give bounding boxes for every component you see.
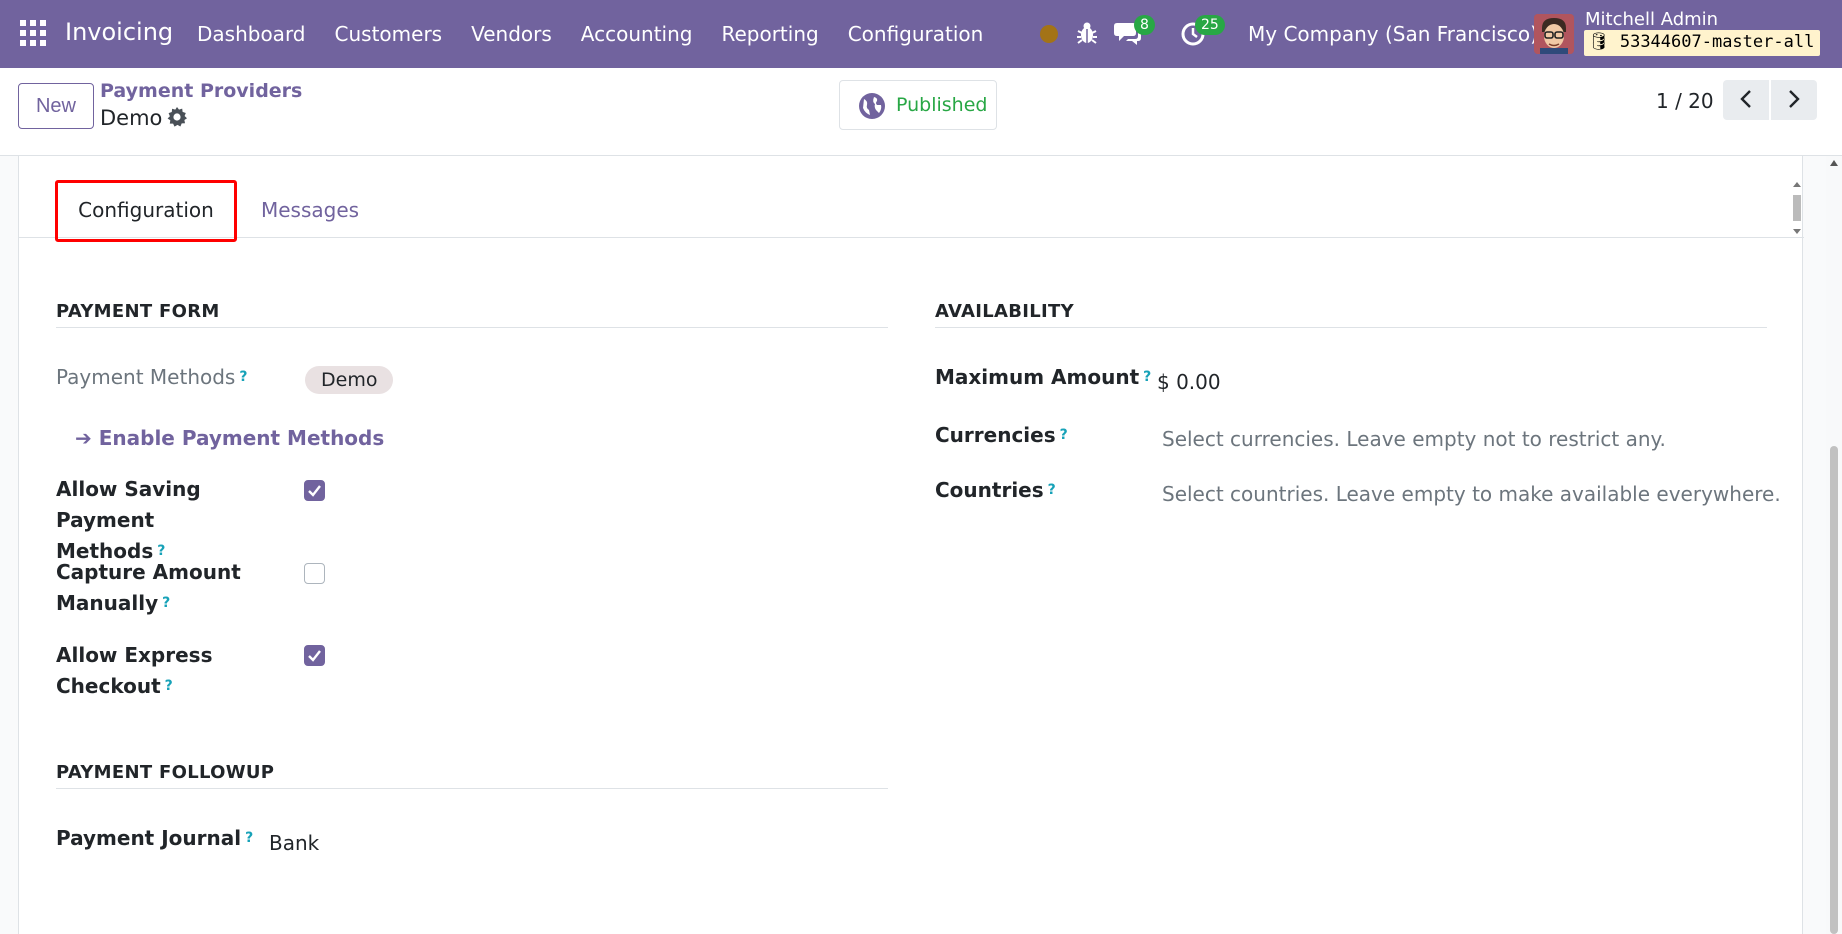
allow-express-label: Allow Express Checkout?: [56, 640, 286, 702]
payment-followup-divider: [56, 788, 888, 789]
payment-methods-label-text: Payment Methods: [56, 365, 236, 389]
page-scrollbar-thumb[interactable]: [1830, 446, 1838, 934]
availability-title: AVAILABILITY: [935, 301, 1074, 322]
published-button[interactable]: Published: [839, 80, 997, 130]
new-button[interactable]: New: [18, 83, 94, 129]
currencies-label: Currencies?: [935, 420, 1068, 451]
enable-payment-methods-button[interactable]: ➔ Enable Payment Methods: [75, 426, 384, 450]
pager-value[interactable]: 1 / 20: [1656, 89, 1714, 113]
payment-form-title: PAYMENT FORM: [56, 301, 220, 322]
pager-previous-button[interactable]: [1723, 80, 1769, 120]
help-icon[interactable]: ?: [1060, 427, 1068, 443]
user-name[interactable]: Mitchell Admin: [1585, 9, 1718, 30]
countries-label: Countries?: [935, 475, 1056, 506]
arrow-right-icon: ➔: [75, 426, 92, 450]
menu-customers[interactable]: Customers: [335, 22, 443, 46]
payment-form-divider: [56, 327, 888, 328]
capture-manually-checkbox[interactable]: [304, 563, 325, 584]
maximum-amount-label: Maximum Amount?: [935, 362, 1151, 393]
payment-journal-label-text: Payment Journal: [56, 826, 242, 850]
app-name[interactable]: Invoicing: [65, 18, 173, 46]
main-menu: Dashboard Customers Vendors Accounting R…: [197, 22, 1012, 46]
tab-messages[interactable]: Messages: [261, 198, 359, 222]
activity-count-badge: 25: [1195, 15, 1225, 35]
allow-express-label-line2: Checkout: [56, 674, 161, 698]
help-icon[interactable]: ?: [165, 678, 173, 694]
menu-accounting[interactable]: Accounting: [581, 22, 693, 46]
countries-input[interactable]: Select countries. Leave empty to make av…: [1162, 482, 1781, 506]
breadcrumb-payment-providers[interactable]: Payment Providers: [100, 80, 302, 102]
maximum-amount-field[interactable]: $ 0.00: [1157, 370, 1221, 394]
top-navbar: Invoicing Dashboard Customers Vendors Ac…: [0, 0, 1842, 68]
scroll-up-arrow-icon[interactable]: [1826, 158, 1842, 170]
allow-saving-label-line1: Allow Saving Payment: [56, 477, 201, 532]
countries-label-text: Countries: [935, 478, 1044, 502]
chevron-right-icon: [1789, 89, 1800, 108]
checkmark-icon: [308, 485, 321, 497]
chat-count-badge: 8: [1134, 15, 1155, 35]
help-icon[interactable]: ?: [245, 830, 253, 846]
apps-menu-icon[interactable]: [20, 20, 46, 46]
capture-manually-label-line2: Manually: [56, 591, 159, 615]
menu-dashboard[interactable]: Dashboard: [197, 22, 306, 46]
payment-followup-title: PAYMENT FOLLOWUP: [56, 762, 275, 783]
company-switcher[interactable]: My Company (San Francisco): [1248, 22, 1538, 46]
tabs-scrollbar[interactable]: [1791, 180, 1803, 236]
database-name-badge: 🛢 53344607-master-all: [1584, 30, 1821, 56]
currencies-label-text: Currencies: [935, 423, 1056, 447]
record-title: Demo: [100, 106, 163, 130]
menu-vendors[interactable]: Vendors: [471, 22, 552, 46]
help-icon[interactable]: ?: [162, 595, 170, 611]
form-sheet: Configuration Messages PAYMENT FORM Paym…: [18, 156, 1804, 934]
enable-payment-methods-label: Enable Payment Methods: [98, 426, 385, 450]
database-name: 53344607-master-all: [1619, 32, 1815, 52]
presence-status-icon[interactable]: [1040, 25, 1058, 43]
gear-icon[interactable]: [167, 107, 187, 127]
debug-bug-icon[interactable]: [1076, 20, 1098, 46]
allow-express-checkbox[interactable]: [304, 645, 325, 666]
allow-saving-label: Allow Saving Payment Methods?: [56, 474, 286, 567]
maximum-amount-label-text: Maximum Amount: [935, 365, 1140, 389]
capture-manually-label-line1: Capture Amount: [56, 560, 241, 584]
allow-express-label-line1: Allow Express: [56, 643, 213, 667]
notebook-tabs: Configuration Messages: [19, 156, 1804, 242]
chevron-left-icon: [1740, 89, 1751, 108]
database-icon: 🛢: [1588, 32, 1610, 52]
availability-divider: [935, 327, 1767, 328]
published-label: Published: [896, 94, 988, 116]
help-icon[interactable]: ?: [1143, 369, 1151, 385]
payment-journal-label: Payment Journal?: [56, 823, 253, 854]
menu-reporting[interactable]: Reporting: [721, 22, 818, 46]
capture-manually-label: Capture Amount Manually?: [56, 557, 286, 619]
tab-configuration[interactable]: Configuration: [55, 180, 237, 242]
globe-icon: [859, 93, 885, 119]
help-icon[interactable]: ?: [1048, 482, 1056, 498]
menu-configuration[interactable]: Configuration: [848, 22, 984, 46]
allow-saving-checkbox[interactable]: [304, 480, 325, 501]
payment-method-tag[interactable]: Demo: [305, 366, 394, 394]
user-avatar[interactable]: [1534, 14, 1574, 54]
control-panel: New Payment Providers Demo Published 1 /…: [0, 68, 1842, 156]
payment-methods-label: Payment Methods?: [56, 362, 247, 393]
checkmark-icon: [308, 650, 321, 662]
payment-journal-field[interactable]: Bank: [269, 831, 319, 855]
pager-next-button[interactable]: [1771, 80, 1817, 120]
page-scrollbar[interactable]: [1826, 156, 1842, 934]
help-icon[interactable]: ?: [239, 369, 247, 385]
currencies-input[interactable]: Select currencies. Leave empty not to re…: [1162, 427, 1666, 451]
